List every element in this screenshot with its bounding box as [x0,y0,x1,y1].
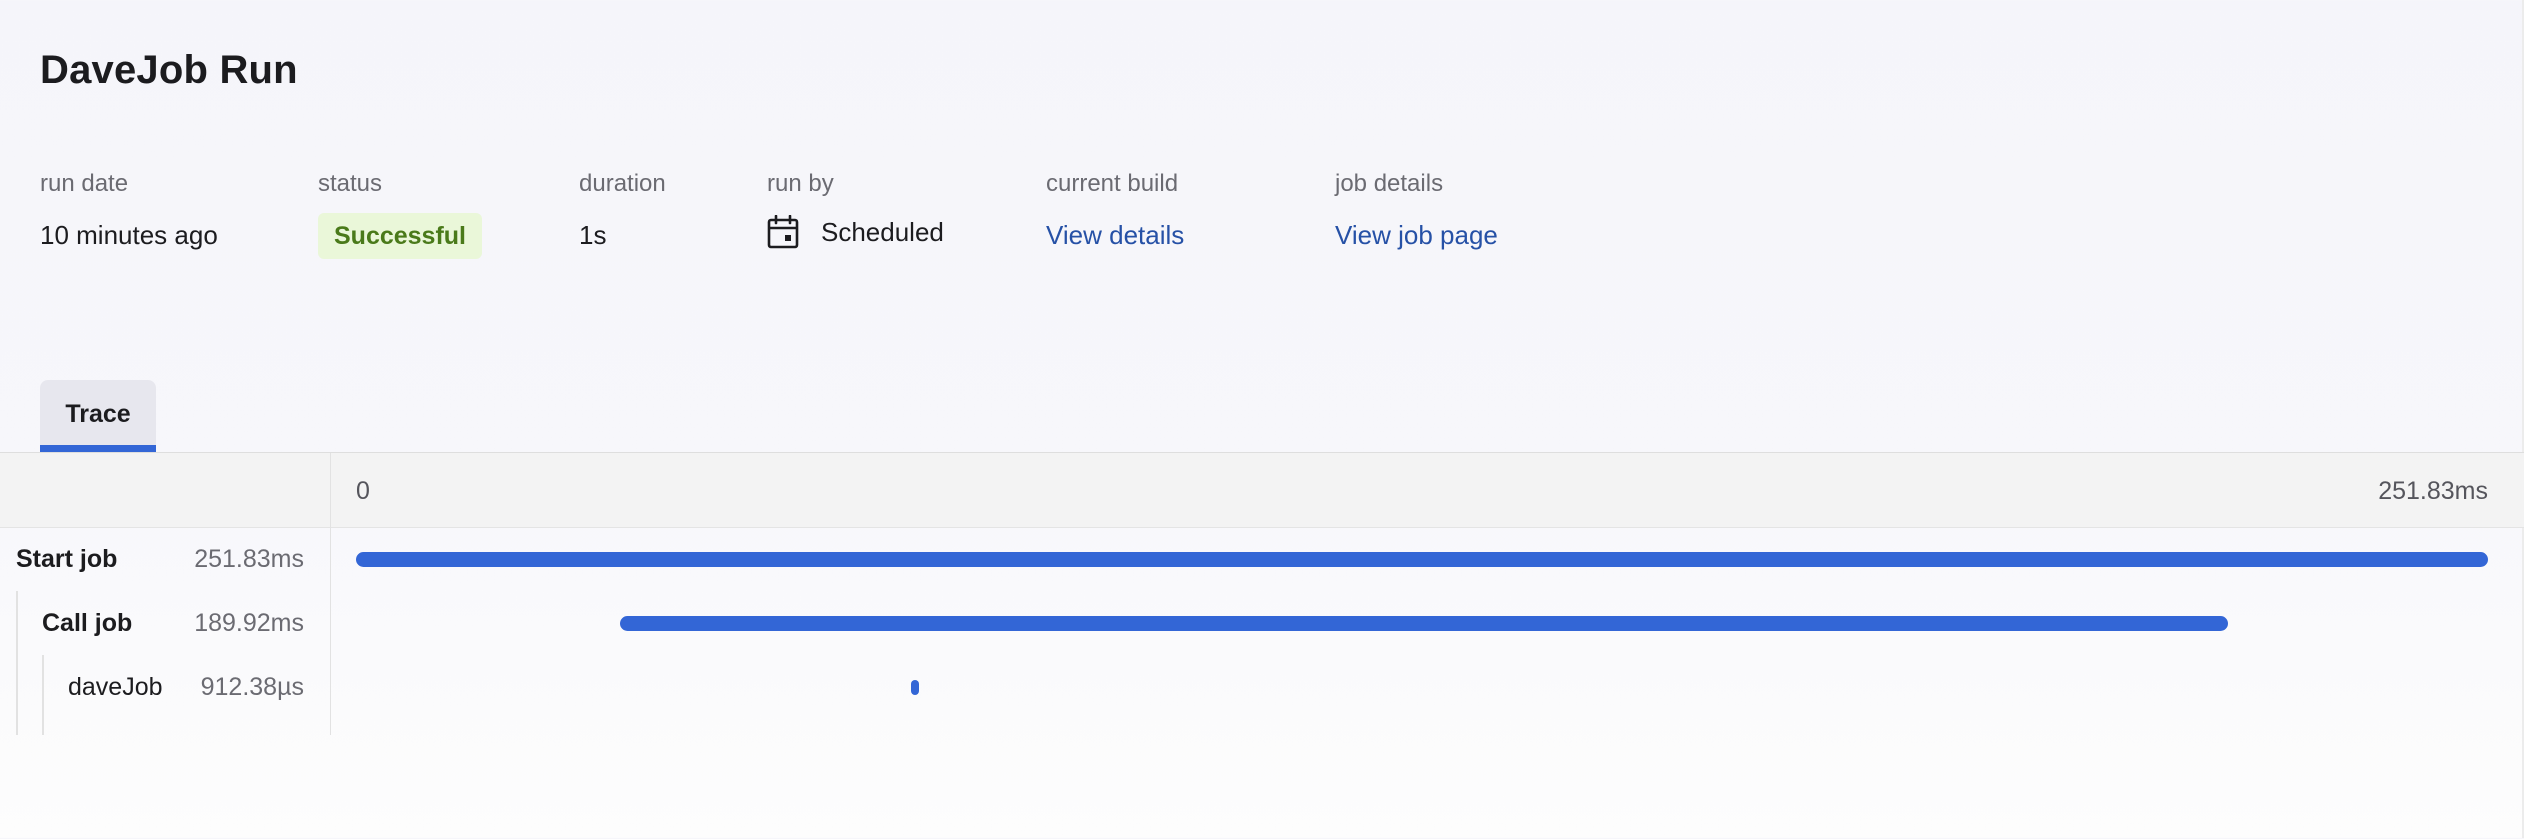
run-by-value-group: Scheduled [767,215,944,249]
view-details-link[interactable]: View details [1046,220,1184,251]
timeline-axis-start: 0 [356,477,370,505]
status-label: status [318,170,383,197]
span-name: Call job [42,609,133,637]
span-bar[interactable] [620,616,2228,631]
span-name: daveJob [68,673,163,701]
trace-panel: 0 251.83ms Start job 251.83ms Call job 1… [0,452,2524,839]
run-date-value: 10 minutes ago [40,220,218,250]
trace-timeline-header: 0 251.83ms [0,453,2524,528]
status-badge: Successful [318,213,483,259]
tab-trace-label: Trace [65,400,131,428]
span-duration: 912.38µs [200,673,304,701]
run-by-label: run by [767,170,834,197]
tab-active-indicator [40,445,156,452]
trace-span-row[interactable]: Start job 251.83ms [0,527,2524,591]
page-title: DaveJob Run [40,48,298,92]
duration-label: duration [579,170,666,197]
job-details-label: job details [1335,170,1444,197]
run-date-label: run date [40,170,129,197]
span-duration: 251.83ms [194,545,304,573]
span-bar[interactable] [911,680,920,695]
duration-value: 1s [579,220,607,250]
span-name: Start job [16,545,118,573]
timeline-axis-end: 251.83ms [2378,477,2488,505]
run-by-value: Scheduled [821,216,944,247]
tab-trace[interactable]: Trace [40,380,156,452]
span-duration: 189.92ms [194,609,304,637]
current-build-label: current build [1046,170,1179,197]
calendar-icon [767,215,799,249]
view-job-page-link[interactable]: View job page [1335,220,1498,251]
trace-span-row[interactable]: Call job 189.92ms [0,591,2524,655]
span-bar[interactable] [356,552,2488,567]
trace-span-row[interactable]: daveJob 912.38µs [0,655,2524,719]
